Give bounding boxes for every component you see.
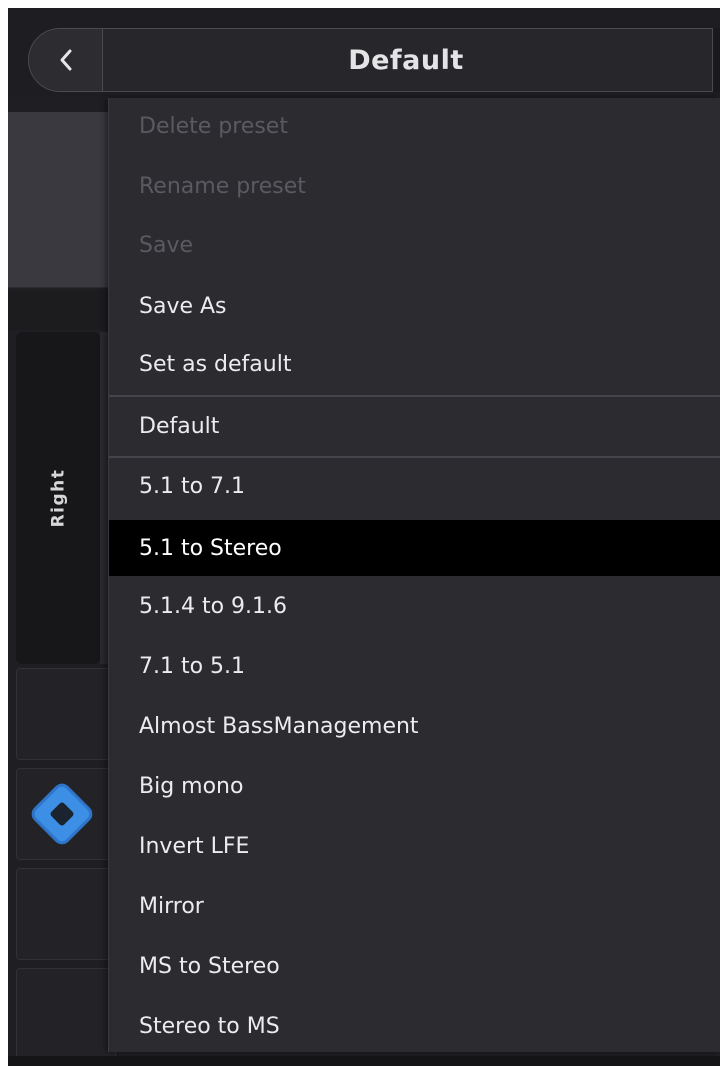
menu-item-save[interactable]: Save [109,217,720,273]
grid-cell[interactable] [16,968,116,1060]
preset-item[interactable]: MS to Stereo [109,938,720,994]
header-bar: Default [8,8,720,96]
preset-title[interactable]: Default [104,29,708,91]
grid-cell[interactable] [16,868,116,960]
preset-item[interactable]: Almost BassManagement [109,698,720,754]
menu-item-default-preset[interactable]: Default [109,398,720,454]
knob-outer [28,780,96,848]
knob-center [49,801,75,827]
tab-divider [100,332,108,664]
grid-cell[interactable] [16,668,116,760]
menu-item-save-as[interactable]: Save As [109,278,720,334]
menu-separator [109,395,720,397]
channel-tab-right[interactable]: Right [16,332,100,664]
bottom-strip [8,1056,720,1066]
preset-menu: Delete preset Rename preset Save Save As… [108,98,720,1052]
preset-item[interactable]: Big mono [109,758,720,814]
header-edge [712,28,720,92]
preset-item-selected[interactable]: 5.1 to Stereo [109,520,720,576]
preset-item[interactable]: 5.1.4 to 9.1.6 [109,578,720,634]
back-button[interactable] [29,29,103,91]
app-window: Default Right Delete preset Rename prese… [8,8,720,1066]
preset-item[interactable]: Stereo to MS [109,998,720,1054]
preset-item[interactable]: 5.1 to 7.1 [109,458,720,514]
menu-item-delete-preset[interactable]: Delete preset [109,98,720,154]
preset-item[interactable]: 7.1 to 5.1 [109,638,720,694]
chevron-left-icon [60,49,71,71]
menu-item-set-as-default[interactable]: Set as default [109,336,720,392]
channel-tab-label: Right [47,468,68,528]
menu-item-rename-preset[interactable]: Rename preset [109,158,720,214]
preset-item[interactable]: Mirror [109,878,720,934]
diamond-knob-icon[interactable] [28,780,96,848]
preset-item[interactable]: Invert LFE [109,818,720,874]
